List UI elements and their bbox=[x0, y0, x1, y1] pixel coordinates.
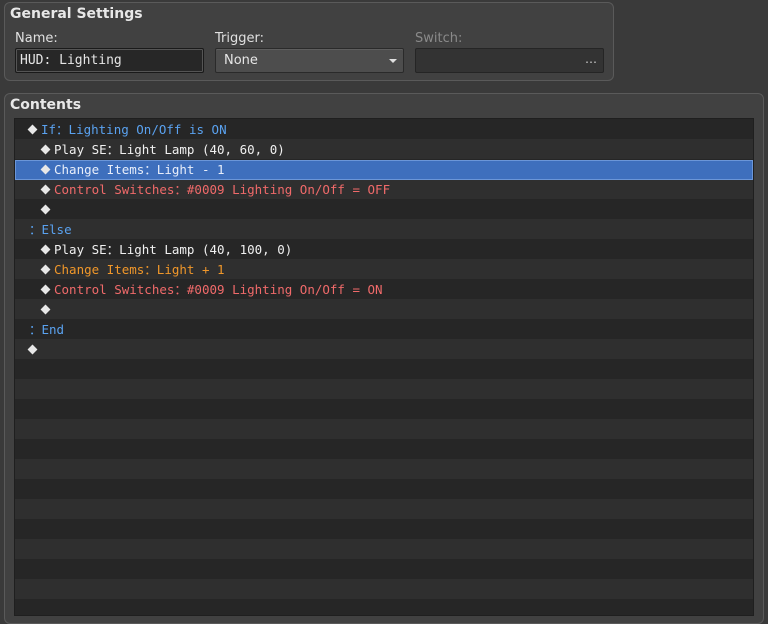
diamond-icon bbox=[40, 264, 51, 275]
command-text: ：Else bbox=[29, 222, 72, 237]
chevron-down-icon bbox=[389, 59, 397, 63]
trigger-value: None bbox=[224, 53, 258, 68]
command-row[interactable]: Control Switches：#0009 Lighting On/Off =… bbox=[15, 280, 753, 300]
diamond-icon bbox=[40, 184, 51, 195]
command-text: Change Items：Light + 1 bbox=[54, 262, 225, 277]
command-row[interactable] bbox=[15, 300, 753, 320]
diamond-icon bbox=[40, 284, 51, 295]
command-row[interactable]: ：End bbox=[15, 320, 753, 340]
trigger-label: Trigger: bbox=[215, 31, 264, 46]
command-row[interactable] bbox=[15, 200, 753, 220]
trigger-dropdown[interactable]: None bbox=[215, 48, 404, 73]
diamond-icon bbox=[40, 204, 51, 215]
diamond-icon bbox=[40, 164, 51, 175]
command-row[interactable]: Change Items：Light - 1 bbox=[15, 160, 753, 180]
general-settings-title: General Settings bbox=[10, 6, 143, 22]
event-command-list[interactable]: If：Lighting On/Off is ON Play SE：Light La… bbox=[14, 118, 754, 616]
command-row[interactable]: If：Lighting On/Off is ON bbox=[15, 120, 753, 140]
command-text: If：Lighting On/Off is ON bbox=[41, 122, 227, 137]
command-row[interactable]: Change Items：Light + 1 bbox=[15, 260, 753, 280]
command-row[interactable]: ：Else bbox=[15, 220, 753, 240]
command-row[interactable]: Control Switches：#0009 Lighting On/Off =… bbox=[15, 180, 753, 200]
switch-label: Switch: bbox=[415, 31, 463, 46]
command-text: ：End bbox=[29, 322, 65, 337]
command-text: Control Switches：#0009 Lighting On/Off =… bbox=[54, 282, 383, 297]
diamond-icon bbox=[27, 124, 38, 135]
diamond-icon bbox=[40, 304, 51, 315]
name-label: Name: bbox=[15, 31, 58, 46]
diamond-icon bbox=[40, 244, 51, 255]
contents-title: Contents bbox=[10, 97, 82, 113]
command-text: Control Switches：#0009 Lighting On/Off =… bbox=[54, 182, 391, 197]
ellipsis-icon[interactable]: … bbox=[585, 48, 597, 71]
command-row[interactable] bbox=[15, 340, 753, 360]
switch-selector[interactable]: … bbox=[415, 48, 604, 73]
general-settings-panel: General Settings Name: Trigger: None Swi… bbox=[4, 2, 614, 81]
diamond-icon bbox=[27, 344, 38, 355]
command-row[interactable]: Play SE：Light Lamp (40, 60, 0) bbox=[15, 140, 753, 160]
name-input[interactable] bbox=[15, 48, 204, 73]
command-row[interactable]: Play SE：Light Lamp (40, 100, 0) bbox=[15, 240, 753, 260]
diamond-icon bbox=[40, 144, 51, 155]
command-text: Play SE：Light Lamp (40, 100, 0) bbox=[54, 242, 293, 257]
command-text: Change Items：Light - 1 bbox=[54, 162, 225, 177]
command-text: Play SE：Light Lamp (40, 60, 0) bbox=[54, 142, 285, 157]
